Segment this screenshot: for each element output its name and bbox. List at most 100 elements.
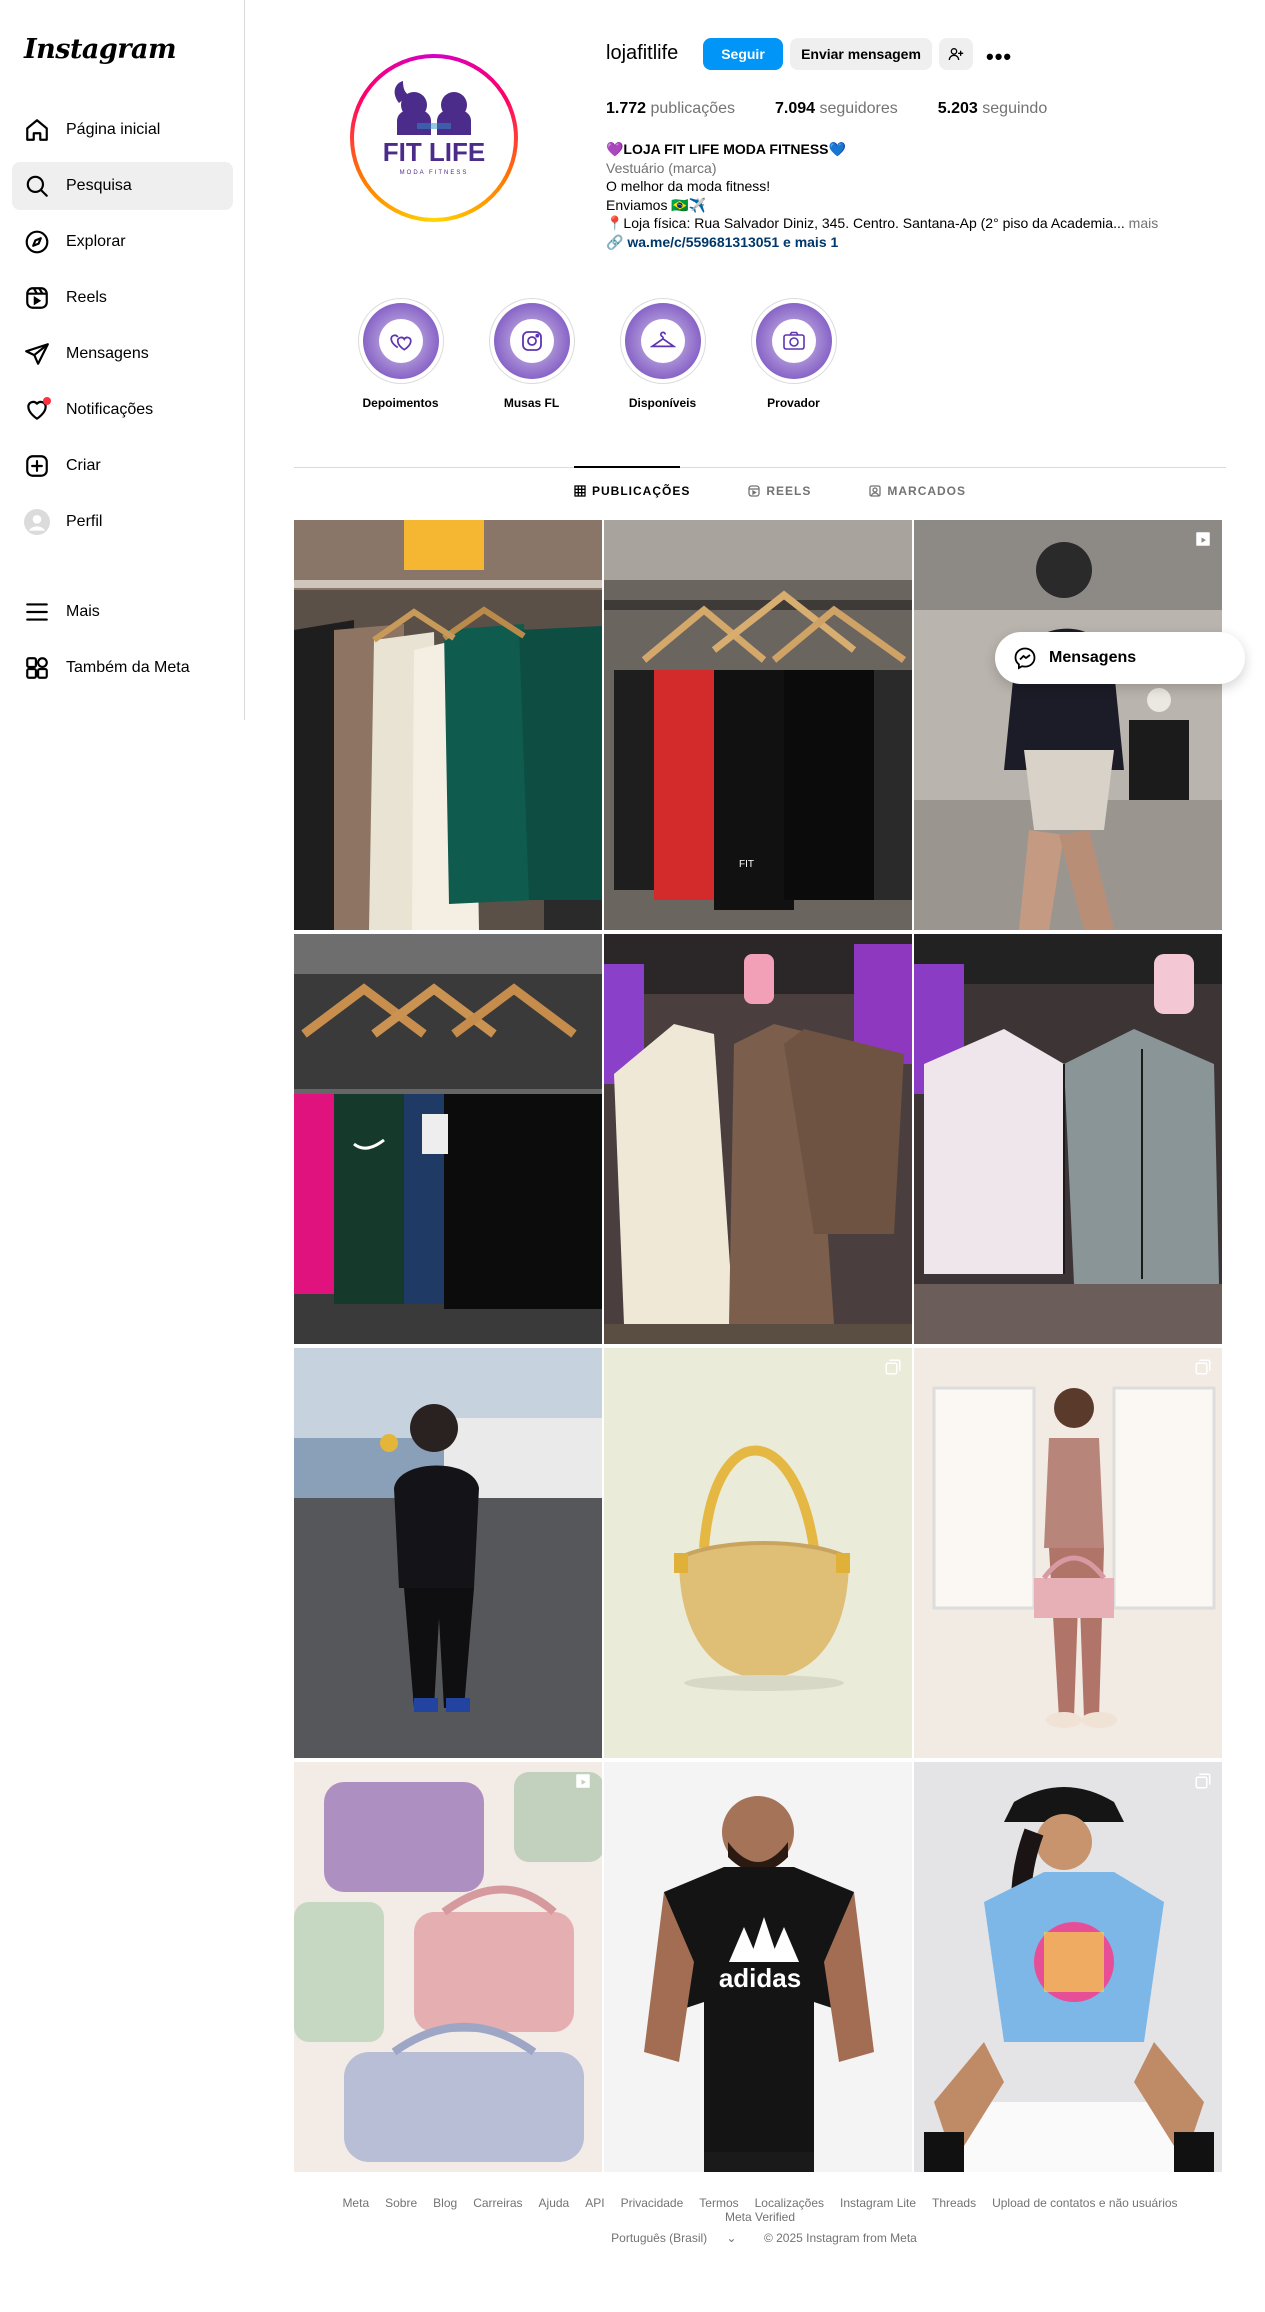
- highlight-item[interactable]: Disponíveis: [597, 298, 728, 410]
- meta-apps-icon: [24, 655, 50, 681]
- floating-messages-button[interactable]: Mensagens: [995, 632, 1245, 684]
- more-options-icon[interactable]: •••: [986, 44, 1012, 70]
- following-stat[interactable]: 5.203 seguindo: [938, 100, 1047, 118]
- followers-stat[interactable]: 7.094 seguidores: [775, 100, 898, 118]
- footer-link[interactable]: Carreiras: [473, 2196, 522, 2210]
- highlight-label: Musas FL: [503, 396, 560, 410]
- hearts-icon: [389, 334, 412, 351]
- highlight-label: Depoimentos: [362, 396, 439, 410]
- profile-avatar[interactable]: FIT LIFE MODA FITNESS: [350, 54, 518, 222]
- notification-dot: [43, 397, 51, 405]
- post-man-tshirt-image: adidas: [604, 1762, 912, 2172]
- sidebar-item-home[interactable]: Página inicial: [12, 106, 233, 154]
- footer-link[interactable]: Sobre: [385, 2196, 417, 2210]
- instagram-logo[interactable]: Instagram: [24, 34, 177, 65]
- footer-link[interactable]: API: [585, 2196, 604, 2210]
- sidebar-item-create[interactable]: Criar: [12, 442, 233, 490]
- language-selector[interactable]: Português (Brasil) ⌄: [603, 2231, 744, 2245]
- post-jackets-cream-image: [604, 934, 912, 1344]
- footer-link[interactable]: Meta: [342, 2196, 369, 2210]
- footer-link[interactable]: Localizações: [755, 2196, 824, 2210]
- post-shorts-image: FIT: [604, 520, 912, 930]
- sidebar-item-more[interactable]: Mais: [12, 588, 233, 636]
- footer-link[interactable]: Privacidade: [621, 2196, 684, 2210]
- reel-badge-icon: [1196, 532, 1210, 546]
- footer-link[interactable]: Threads: [932, 2196, 976, 2210]
- footer-links: Meta Sobre Blog Carreiras Ajuda API Priv…: [294, 2196, 1226, 2224]
- sidebar-item-label: Página inicial: [66, 121, 161, 138]
- post-thumbnail[interactable]: [294, 934, 602, 1344]
- follow-button[interactable]: Seguir: [703, 38, 783, 70]
- post-thumbnail[interactable]: FIT: [604, 520, 912, 930]
- carousel-badge-icon: [1195, 1773, 1211, 1789]
- messenger-icon: [1014, 647, 1036, 670]
- sidebar-item-search[interactable]: Pesquisa: [12, 162, 233, 210]
- profile-bio: 💜LOJA FIT LIFE MODA FITNESS💙 Vestuário (…: [606, 140, 1166, 251]
- highlight-label: Provador: [767, 396, 820, 410]
- sidebar-item-profile[interactable]: Perfil: [12, 498, 233, 546]
- footer-link[interactable]: Ajuda: [539, 2196, 570, 2210]
- footer-link[interactable]: Instagram Lite: [840, 2196, 916, 2210]
- post-thumbnail[interactable]: [914, 1762, 1222, 2172]
- tabs-divider: [294, 467, 1226, 468]
- hanger-icon: [649, 331, 676, 348]
- post-sport-shorts-image: [294, 934, 602, 1344]
- link-icon: 🔗: [606, 233, 624, 250]
- posts-stat: 1.772 publicações: [606, 100, 735, 117]
- sidebar-item-label: Notificações: [66, 401, 154, 418]
- bio-line: 📍Loja física: Rua Salvador Diniz, 345. C…: [606, 215, 1125, 231]
- highlight-item[interactable]: Musas FL: [466, 298, 597, 410]
- search-icon: [24, 173, 50, 199]
- highlight-item[interactable]: Provador: [728, 298, 859, 410]
- story-highlights: Depoimentos Musas FL Disponíveis Provado…: [335, 298, 859, 410]
- avatar-logo-subtext: MODA FITNESS: [400, 170, 469, 176]
- post-jackets-image: [294, 520, 602, 930]
- home-icon: [24, 117, 50, 143]
- post-thumbnail[interactable]: [914, 520, 1222, 930]
- sidebar-item-messages[interactable]: Mensagens: [12, 330, 233, 378]
- post-thumbnail[interactable]: adidas: [604, 1762, 912, 2172]
- instagram-icon: [521, 331, 542, 351]
- sidebar-nav: Página inicial Pesquisa Explorar Reels M…: [12, 106, 233, 700]
- bio-more-link[interactable]: mais: [1129, 215, 1159, 231]
- sidebar: Instagram Página inicial Pesquisa Explor…: [0, 0, 245, 720]
- reels-icon: [24, 285, 50, 311]
- send-message-button[interactable]: Enviar mensagem: [790, 38, 932, 70]
- tagged-icon: [869, 485, 882, 497]
- post-thumbnail[interactable]: [914, 1348, 1222, 1758]
- post-thumbnail[interactable]: [914, 934, 1222, 1344]
- suggested-users-button[interactable]: [939, 38, 973, 70]
- add-user-icon: [948, 48, 964, 61]
- post-thumbnail[interactable]: [604, 1348, 912, 1758]
- tab-posts[interactable]: PUBLICAÇÕES: [574, 484, 690, 498]
- post-thumbnail[interactable]: [294, 1762, 602, 2172]
- footer-meta: Português (Brasil) ⌄ © 2025 Instagram fr…: [294, 2231, 1226, 2245]
- reels-icon: [748, 485, 760, 497]
- sidebar-item-explore[interactable]: Explorar: [12, 218, 233, 266]
- tab-reels[interactable]: REELS: [748, 484, 811, 498]
- tab-tagged[interactable]: MARCADOS: [869, 484, 966, 498]
- footer-link[interactable]: Meta Verified: [725, 2210, 795, 2224]
- svg-text:adidas: adidas: [719, 1963, 801, 1993]
- posts-grid: FIT adidas: [294, 520, 1222, 2172]
- profile-username: lojafitlife: [606, 42, 679, 64]
- footer-link[interactable]: Termos: [699, 2196, 738, 2210]
- bio-category: Vestuário (marca): [606, 159, 717, 176]
- copyright: © 2025 Instagram from Meta: [763, 2231, 917, 2245]
- highlight-item[interactable]: Depoimentos: [335, 298, 466, 410]
- sidebar-item-also-from-meta[interactable]: Também da Meta: [12, 644, 233, 692]
- post-thumbnail[interactable]: [294, 1348, 602, 1758]
- sidebar-item-label: Explorar: [66, 233, 126, 250]
- camera-icon: [782, 331, 805, 350]
- footer-link[interactable]: Blog: [433, 2196, 457, 2210]
- profile-stats: 1.772 publicações 7.094 seguidores 5.203…: [606, 100, 1087, 118]
- bio-external-link[interactable]: 🔗 wa.me/c/559681313051 e mais 1: [606, 233, 1166, 252]
- post-thumbnail[interactable]: [294, 520, 602, 930]
- footer-link[interactable]: Upload de contatos e não usuários: [992, 2196, 1177, 2210]
- sidebar-item-notifications[interactable]: Notificações: [12, 386, 233, 434]
- sidebar-item-reels[interactable]: Reels: [12, 274, 233, 322]
- post-thumbnail[interactable]: [604, 934, 912, 1344]
- reel-badge-icon: [576, 1774, 590, 1788]
- highlight-label: Disponíveis: [628, 396, 697, 410]
- plus-square-icon: [24, 453, 50, 479]
